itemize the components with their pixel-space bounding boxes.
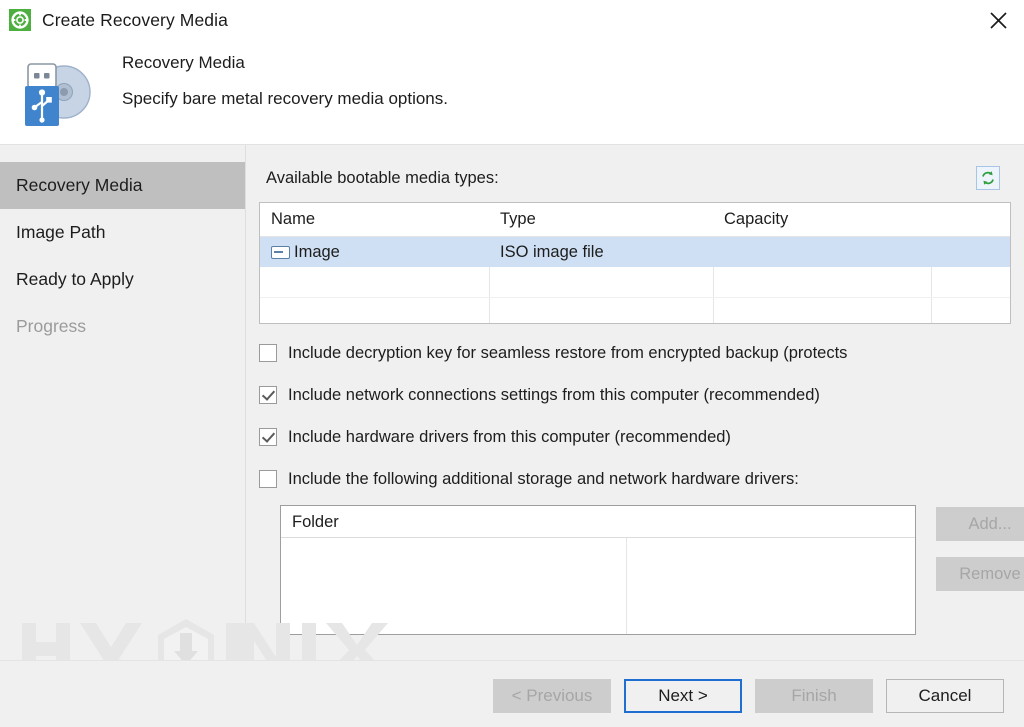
table-row-empty[interactable]: [260, 298, 1010, 328]
checkbox-include-decryption-key[interactable]: Include decryption key for seamless rest…: [259, 341, 847, 365]
checkbox-include-additional-drivers[interactable]: Include the following additional storage…: [259, 467, 799, 491]
usb-disc-icon: [14, 54, 98, 126]
refresh-icon[interactable]: [976, 166, 1000, 190]
cell-capacity: [713, 237, 931, 267]
sidebar-item-recovery-media[interactable]: Recovery Media: [0, 162, 245, 209]
table-row[interactable]: Image ISO image file: [260, 237, 1010, 267]
wizard-content: Available bootable media types: Name Typ…: [247, 145, 1024, 660]
previous-button: < Previous: [493, 679, 611, 713]
dialog-footer: < Previous Next > Finish Cancel: [0, 660, 1024, 727]
lifebuoy-icon: [9, 9, 31, 31]
checkbox-include-network-settings[interactable]: Include network connections settings fro…: [259, 383, 820, 407]
checkbox-box[interactable]: [259, 470, 277, 488]
column-header-folder[interactable]: Folder: [281, 506, 915, 538]
checkbox-label: Include the following additional storage…: [288, 470, 799, 489]
cell-type: ISO image file: [489, 237, 713, 267]
dialog-header: Recovery Media Specify bare metal recove…: [0, 40, 1024, 145]
checkbox-label: Include decryption key for seamless rest…: [288, 344, 847, 363]
close-icon[interactable]: [972, 0, 1024, 40]
checkbox-label: Include hardware drivers from this compu…: [288, 428, 731, 447]
checkbox-box[interactable]: [259, 344, 277, 362]
sidebar-item-image-path[interactable]: Image Path: [0, 209, 245, 256]
window-title: Create Recovery Media: [42, 10, 228, 31]
checkbox-label: Include network connections settings fro…: [288, 386, 820, 405]
media-types-table[interactable]: Name Type Capacity Image ISO image file: [259, 202, 1011, 324]
column-header-type[interactable]: Type: [489, 203, 713, 236]
finish-button: Finish: [755, 679, 873, 713]
sidebar-item-label: Ready to Apply: [16, 269, 134, 290]
sidebar-item-progress: Progress: [0, 303, 245, 350]
title-bar: Create Recovery Media: [0, 0, 1024, 40]
sidebar-item-label: Image Path: [16, 222, 106, 243]
column-header-capacity[interactable]: Capacity: [713, 203, 931, 236]
table-header-row: Name Type Capacity: [260, 203, 1010, 237]
remove-button: Remove: [936, 557, 1024, 591]
sidebar-item-label: Progress: [16, 316, 86, 337]
checkbox-box[interactable]: [259, 386, 277, 404]
available-media-label: Available bootable media types:: [266, 169, 499, 188]
sidebar-item-ready-to-apply[interactable]: Ready to Apply: [0, 256, 245, 303]
additional-drivers-folder-table[interactable]: Folder: [280, 505, 916, 635]
table-row-empty[interactable]: [260, 267, 1010, 298]
header-text-block: Recovery Media Specify bare metal recove…: [122, 53, 448, 109]
cell-name: Image: [260, 237, 489, 267]
column-header-name[interactable]: Name: [260, 203, 489, 236]
add-button: Add...: [936, 507, 1024, 541]
sidebar-item-label: Recovery Media: [16, 175, 142, 196]
header-subtitle: Specify bare metal recovery media option…: [122, 89, 448, 109]
checkbox-include-hardware-drivers[interactable]: Include hardware drivers from this compu…: [259, 425, 731, 449]
header-title: Recovery Media: [122, 53, 448, 73]
wizard-sidebar: Recovery Media Image Path Ready to Apply…: [0, 145, 246, 660]
checkbox-box[interactable]: [259, 428, 277, 446]
cancel-button[interactable]: Cancel: [886, 679, 1004, 713]
cell-name-text: Image: [294, 237, 340, 267]
dialog-body: Recovery Media Image Path Ready to Apply…: [0, 145, 1024, 660]
iso-disc-icon: [271, 246, 290, 259]
next-button[interactable]: Next >: [624, 679, 742, 713]
